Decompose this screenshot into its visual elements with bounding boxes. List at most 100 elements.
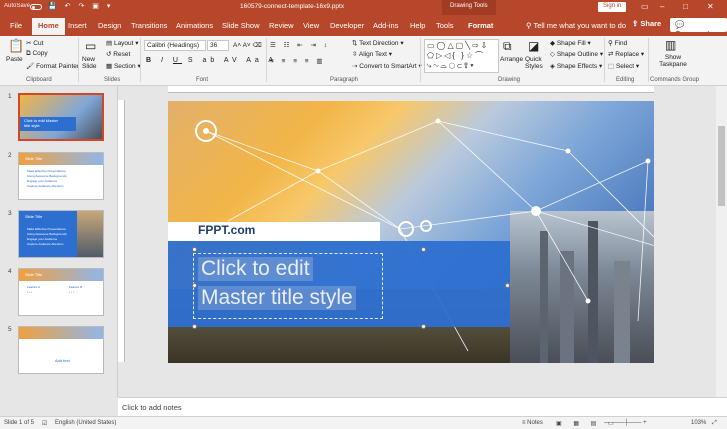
maximize-icon[interactable]: □: [683, 2, 688, 11]
text-direction-button[interactable]: ⇅ Text Direction ▾: [352, 39, 404, 47]
notes-toggle[interactable]: ≡ Notes: [522, 420, 543, 426]
resize-handle[interactable]: [192, 247, 197, 252]
comments-button[interactable]: 💬 Comments: [670, 18, 727, 38]
rotate-handle-icon[interactable]: [420, 220, 432, 232]
vertical-scrollbar[interactable]: [716, 86, 727, 397]
quick-styles-icon[interactable]: ◪: [528, 39, 539, 53]
thumb-bullets: Make Effective Presentations Using Aweso…: [27, 227, 72, 247]
font-format-buttons[interactable]: B I U S ab AV Aa A: [146, 57, 277, 64]
tab-home[interactable]: Home: [32, 18, 65, 35]
autosave-toggle[interactable]: [30, 4, 42, 10]
tab-tools[interactable]: Tools: [436, 21, 454, 30]
copy-label: Copy: [32, 50, 48, 57]
thumb-number: 2: [8, 152, 12, 159]
tab-addins[interactable]: Add-ins: [373, 21, 398, 30]
document-title: 160579-connect-template-16x9.pptx: [240, 3, 345, 10]
section-button[interactable]: ▦ Section ▾: [106, 62, 141, 70]
replace-label: Replace: [615, 51, 640, 58]
new-slide-button[interactable]: New Slide: [82, 56, 104, 70]
layout-button[interactable]: ▤ Layout ▾: [106, 39, 139, 47]
font-size-buttons[interactable]: A˄ A˅ ⌫: [233, 41, 262, 49]
new-slide-icon[interactable]: ▭: [85, 39, 96, 53]
thumb-number: 1: [8, 93, 12, 100]
shapes-gallery[interactable]: ▭◯△▢╲⇨⇩ ⬠▷◁{ }☆⌒ ⤷∿⌓⬡⊂⇧▾: [424, 39, 499, 73]
minimize-icon[interactable]: –: [660, 2, 664, 11]
tab-format[interactable]: Format: [468, 21, 493, 30]
reset-button[interactable]: ↺ Reset: [106, 50, 130, 58]
vertical-ruler: [118, 100, 125, 362]
show-taskpane-button[interactable]: Show Taskpane: [658, 54, 688, 68]
sign-in-button[interactable]: Sign in: [598, 2, 627, 12]
slide-thumbnail-1[interactable]: Click to edit Master title style: [18, 93, 104, 141]
share-button[interactable]: ⇪ Share: [632, 19, 661, 28]
select-button[interactable]: ⬚ Select ▾: [608, 62, 639, 70]
shape-outline-button[interactable]: ◇ Shape Outline ▾: [550, 50, 603, 58]
font-group-label: Font: [196, 77, 209, 83]
replace-button[interactable]: ⇄ Replace ▾: [608, 50, 644, 58]
slide-thumbnail-4[interactable]: Slide Title Feature A • • • Feature B • • …: [18, 268, 104, 316]
font-name-select[interactable]: Calibri (Headings): [144, 40, 206, 51]
resize-handle[interactable]: [192, 283, 197, 288]
paste-icon[interactable]: 📋: [8, 38, 24, 54]
format-painter-button[interactable]: 🖌 Format Painter: [26, 62, 79, 70]
tab-help[interactable]: Help: [410, 21, 425, 30]
list-buttons[interactable]: ☰ ☷ ⇤ ⇥ ↕: [270, 41, 330, 49]
tab-view[interactable]: View: [303, 21, 319, 30]
tell-me-search[interactable]: ⚲ Tell me what you want to do: [526, 21, 626, 30]
align-buttons[interactable]: ≡ ≡ ≡ ≡ ▥: [270, 57, 326, 65]
spellcheck-icon[interactable]: ☑: [42, 420, 47, 427]
find-label: Find: [614, 40, 628, 47]
tab-animations[interactable]: Animations: [176, 21, 213, 30]
resize-handle[interactable]: [421, 324, 426, 329]
notes-pane[interactable]: Click to add notes: [118, 397, 727, 416]
shape-effects-button[interactable]: ◈ Shape Effects ▾: [550, 62, 602, 70]
tab-developer[interactable]: Developer: [330, 21, 364, 30]
zoom-slider[interactable]: — ───┼─── +: [604, 420, 647, 426]
title-line-1[interactable]: Click to edit: [198, 257, 313, 281]
quick-styles-button[interactable]: Quick Styles: [525, 56, 547, 70]
ribbon-display-icon[interactable]: ▭: [641, 2, 649, 11]
language-label[interactable]: English (United States): [55, 420, 116, 426]
thumb-feature-b: Feature B • • •: [69, 285, 99, 295]
thumb-number: 3: [8, 210, 12, 217]
resize-handle[interactable]: [192, 324, 197, 329]
resize-handle[interactable]: [421, 247, 426, 252]
shape-fill-button[interactable]: ◆ Shape Fill ▾: [550, 39, 591, 47]
fit-slide-icon[interactable]: ⤢: [712, 420, 717, 427]
convert-smartart-button[interactable]: ⇢ Convert to SmartArt ▾: [352, 62, 422, 70]
scrollbar-thumb[interactable]: [718, 126, 725, 206]
quick-access-toolbar[interactable]: 💾 ↶ ↷ ▣ ▾: [48, 2, 113, 10]
reset-label: Reset: [113, 51, 131, 58]
notes-placeholder: Click to add notes: [122, 403, 182, 412]
taskpane-icon[interactable]: ▥: [665, 38, 676, 52]
slide-canvas[interactable]: FPPT.com Click to edit Master title styl…: [168, 101, 654, 363]
paste-button[interactable]: Paste: [6, 56, 23, 63]
tab-review[interactable]: Review: [269, 21, 294, 30]
align-text-button[interactable]: ⇳ Align Text ▾: [352, 50, 392, 58]
tab-slideshow[interactable]: Slide Show: [222, 21, 260, 30]
zoom-level[interactable]: 103%: [691, 420, 706, 426]
tab-transitions[interactable]: Transitions: [131, 21, 167, 30]
thumb-bullet: Capture Audience Attention: [27, 184, 64, 188]
copy-button[interactable]: ⧉ Copy: [26, 50, 48, 58]
tab-file[interactable]: File: [10, 21, 22, 30]
slide-thumbnail-3[interactable]: Slide Title Make Effective Presentations…: [18, 210, 104, 258]
tab-design[interactable]: Design: [98, 21, 121, 30]
tab-insert[interactable]: Insert: [68, 21, 87, 30]
resize-handle[interactable]: [505, 283, 510, 288]
title-line-2[interactable]: Master title style: [198, 286, 356, 310]
clipboard-group-label: Clipboard: [26, 77, 52, 83]
font-size-select[interactable]: 36: [207, 40, 229, 51]
slide-counter: Slide 1 of 5: [4, 420, 35, 426]
slide-thumbnail-5[interactable]: Add text: [18, 326, 104, 374]
arrange-button[interactable]: Arrange: [500, 56, 523, 63]
thumb-title: Click to edit Master title style: [24, 118, 59, 128]
thumb-title: Slide Title: [25, 214, 43, 219]
cut-button[interactable]: ✂ Cut: [26, 39, 43, 47]
slide-thumbnail-2[interactable]: Slide Title Make Effective Presentations…: [18, 152, 104, 200]
close-icon[interactable]: ✕: [707, 2, 714, 11]
find-button[interactable]: ⚲ Find: [608, 39, 627, 47]
section-label: Section: [113, 63, 136, 70]
arrange-icon[interactable]: ⧉: [503, 39, 512, 54]
thumb-number: 5: [8, 326, 12, 333]
